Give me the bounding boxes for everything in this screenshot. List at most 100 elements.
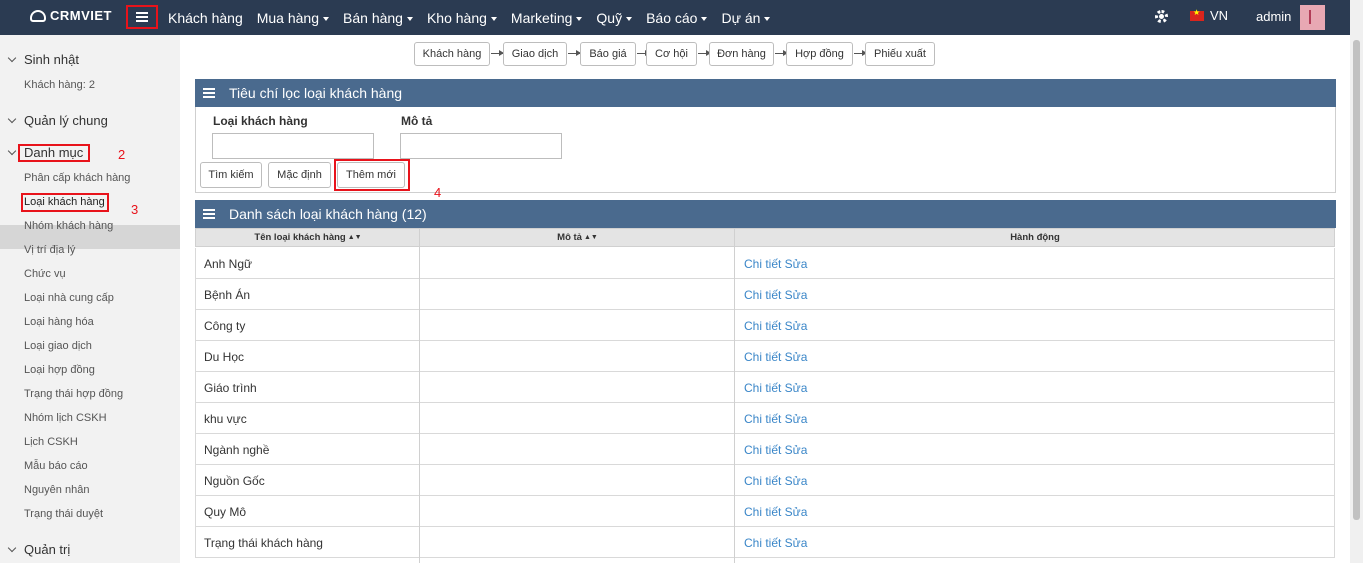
sidebar-item-nguyen-nhan[interactable]: Nguyên nhân	[24, 484, 89, 496]
hamburger-icon	[203, 209, 215, 219]
nav-item-ban-hang[interactable]: Bán hàng	[343, 10, 413, 26]
gear-icon[interactable]	[1155, 10, 1168, 23]
filter-input-loai-khach-hang[interactable]	[212, 133, 374, 159]
filter-label-mo-ta: Mô tả	[401, 114, 433, 128]
step-khach-hang[interactable]: Khách hàng	[414, 42, 490, 66]
sidebar-item-loai-nha-cung-cap[interactable]: Loại nhà cung cấp	[24, 292, 114, 304]
highlight-box-add-new	[334, 159, 410, 191]
crmviet-logo[interactable]: CRMVIET	[30, 8, 112, 23]
column-header-hanh-dong: Hành động	[1010, 232, 1060, 243]
step-phieu-xuat[interactable]: Phiếu xuất	[865, 42, 935, 66]
table-row: Du Học Chi tiết Sửa	[195, 341, 1335, 372]
cell-action-links[interactable]: Chi tiết Sửa	[744, 319, 807, 333]
cell-action-links[interactable]: Chi tiết Sửa	[744, 536, 807, 550]
workflow-steps: Khách hàng Giao dịch Báo giá Cơ hội Đơn …	[0, 42, 1350, 66]
column-divider	[419, 228, 420, 563]
cell-action-links[interactable]: Chi tiết Sửa	[744, 412, 807, 426]
nav-item-du-an[interactable]: Dự án	[721, 10, 771, 26]
cell-type-name: Du Học	[204, 350, 245, 364]
language-label: VN	[1210, 8, 1229, 23]
username[interactable]: admin	[1256, 9, 1291, 24]
cell-type-name: Anh Ngữ	[204, 257, 253, 271]
main-menu: Khách hàng Mua hàng Bán hàng Kho hàng Ma…	[168, 0, 784, 35]
cell-action-links[interactable]: Chi tiết Sửa	[744, 474, 807, 488]
sidebar-item-mau-bao-cao[interactable]: Mẫu báo cáo	[24, 460, 88, 472]
table-row: Anh Ngữ Chi tiết Sửa	[195, 248, 1335, 279]
cell-type-name: Ngành nghề	[204, 443, 270, 457]
annotation-number-2: 2	[118, 147, 126, 162]
filter-label-loai-khach-hang: Loại khách hàng	[213, 114, 308, 128]
sidebar-item-chuc-vu[interactable]: Chức vụ	[24, 268, 66, 280]
cell-type-name: Quy Mô	[204, 505, 247, 519]
step-hop-dong[interactable]: Hợp đồng	[786, 42, 853, 66]
sidebar-item-loai-hang-hoa[interactable]: Loại hàng hóa	[24, 316, 94, 328]
annotation-number-4: 4	[434, 185, 442, 200]
nav-item-kho-hang[interactable]: Kho hàng	[427, 10, 497, 26]
scrollbar-thumb[interactable]	[1353, 40, 1360, 520]
page-scrollbar[interactable]	[1350, 0, 1363, 563]
cell-action-links[interactable]: Chi tiết Sửa	[744, 288, 807, 302]
nav-item-khach-hang[interactable]: Khách hàng	[168, 10, 243, 26]
sidebar-item-trang-thai-hop-dong[interactable]: Trạng thái hợp đồng	[24, 388, 123, 400]
step-don-hang[interactable]: Đơn hàng	[709, 42, 774, 66]
sidebar-item-phan-cap-khach-hang[interactable]: Phân cấp khách hàng	[24, 172, 130, 184]
table-row: Trạng thái khách hàng Chi tiết Sửa	[195, 527, 1335, 558]
filter-panel-header: Tiêu chí lọc loại khách hàng	[195, 79, 1336, 107]
caret-down-icon	[406, 16, 413, 21]
cell-action-links[interactable]: Chi tiết Sửa	[744, 257, 807, 271]
caret-down-icon	[323, 16, 330, 21]
caret-down-icon	[626, 16, 633, 21]
sidebar-item-loai-giao-dich[interactable]: Loại giao dịch	[24, 340, 92, 352]
cell-action-links[interactable]: Chi tiết Sửa	[744, 350, 807, 364]
search-button[interactable]: Tìm kiếm	[200, 162, 262, 188]
sidebar-item-khach-hang-count[interactable]: Khách hàng: 2	[24, 79, 95, 91]
nav-item-marketing[interactable]: Marketing	[511, 10, 583, 26]
vietnam-flag-icon	[1190, 8, 1204, 21]
cell-type-name: Bệnh Án	[204, 288, 251, 302]
step-bao-gia[interactable]: Báo giá	[580, 42, 636, 66]
sidebar-item-nhom-khach-hang[interactable]: Nhóm khách hàng	[24, 220, 113, 232]
cell-type-name: Giáo trình	[204, 381, 257, 395]
avatar[interactable]	[1300, 5, 1325, 30]
column-header-mo-ta[interactable]: Mô tả ▲▼	[420, 232, 735, 243]
chevron-down-icon	[7, 114, 17, 124]
nav-item-quy[interactable]: Quỹ	[596, 10, 633, 26]
list-panel-header: Danh sách loại khách hàng (12)	[195, 200, 1336, 228]
logo-text: CRMVIET	[50, 8, 112, 23]
cell-type-name: Công ty	[204, 319, 246, 333]
top-navbar: CRMVIET Khách hàng Mua hàng Bán hàng Kho…	[0, 0, 1350, 35]
step-giao-dich[interactable]: Giao dịch	[503, 42, 567, 66]
cell-action-links[interactable]: Chi tiết Sửa	[744, 505, 807, 519]
caret-down-icon	[701, 16, 708, 21]
arrow-right-icon	[491, 50, 504, 56]
sidebar-item-lich-cskh[interactable]: Lịch CSKH	[24, 436, 78, 448]
hamburger-icon	[203, 88, 215, 98]
table-row: Bệnh Án Chi tiết Sửa	[195, 279, 1335, 310]
table-row: Ngành nghề Chi tiết Sửa	[195, 434, 1335, 465]
cell-action-links[interactable]: Chi tiết Sửa	[744, 443, 807, 457]
list-panel-title: Danh sách loại khách hàng (12)	[229, 206, 427, 222]
nav-item-mua-hang[interactable]: Mua hàng	[257, 10, 330, 26]
cloud-icon	[30, 9, 46, 22]
column-header-ten-loai[interactable]: Tên loại khách hàng ▲▼	[196, 232, 420, 243]
language-selector[interactable]: VN	[1190, 8, 1228, 23]
default-button[interactable]: Mặc định	[268, 162, 331, 188]
sidebar-section-quan-ly-chung[interactable]: Quản lý chung	[7, 113, 108, 128]
sidebar-item-vi-tri-dia-ly[interactable]: Vị trí địa lý	[24, 244, 75, 256]
nav-item-bao-cao[interactable]: Báo cáo	[646, 10, 708, 26]
sidebar-item-nhom-lich-cskh[interactable]: Nhóm lịch CSKH	[24, 412, 107, 424]
chevron-down-icon	[7, 543, 17, 553]
sidebar-section-quan-tri[interactable]: Quản trị	[7, 542, 70, 557]
column-divider	[734, 228, 735, 563]
table-row: Nguồn Gốc Chi tiết Sửa	[195, 465, 1335, 496]
cell-type-name: khu vực	[204, 412, 247, 426]
chevron-down-icon	[7, 146, 17, 156]
step-co-hoi[interactable]: Cơ hội	[646, 42, 697, 66]
table-header: Tên loại khách hàng ▲▼ Mô tả ▲▼ Hành động	[195, 228, 1335, 247]
sidebar-item-loai-hop-dong[interactable]: Loại hợp đồng	[24, 364, 95, 376]
cell-action-links[interactable]: Chi tiết Sửa	[744, 381, 807, 395]
filter-input-mo-ta[interactable]	[400, 133, 562, 159]
sidebar-item-trang-thai-duyet[interactable]: Trạng thái duyệt	[24, 508, 103, 520]
menu-toggle-button[interactable]	[126, 5, 158, 29]
highlight-box-danh-muc	[18, 144, 90, 162]
